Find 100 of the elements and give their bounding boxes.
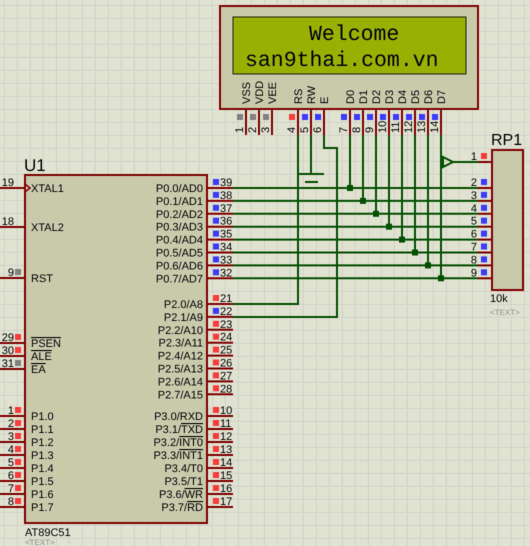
component-value: 10k (490, 293, 508, 305)
pin-label: RW (306, 86, 318, 104)
pin-number: 22 (220, 306, 232, 318)
pin-label: P3.0/RXD (154, 411, 203, 423)
pin-label: P1.3 (31, 450, 54, 462)
pin-number: 8 (470, 254, 477, 266)
pin-label: P0.6/AD6 (156, 260, 203, 272)
pin-number: 3 (470, 190, 477, 202)
pin-label: D0 (345, 90, 357, 104)
pin-lead (207, 277, 233, 280)
pin-number: 5 (470, 216, 477, 228)
pin-number: 5 (8, 457, 14, 469)
pin-label: EA (31, 364, 46, 376)
pin-number: 39 (220, 177, 232, 189)
pin-label: P3.6/WR (158, 489, 203, 501)
pin-number: 9 (470, 267, 477, 280)
pin-number: 29 (2, 332, 14, 344)
power-terminal-icon (442, 155, 456, 169)
pin-number: 4 (470, 202, 477, 215)
pin-number: 3 (8, 431, 14, 443)
pin-number: 6 (470, 228, 477, 241)
pin-lead (207, 380, 233, 382)
pin-label: ALE (31, 351, 52, 363)
pin-number: 17 (220, 496, 232, 508)
pin-number: 38 (220, 190, 232, 202)
pin-number: 2 (470, 177, 477, 189)
pin-number: 11 (390, 122, 402, 133)
pin-number: 30 (2, 345, 14, 357)
pin-label: RS (293, 88, 305, 104)
pin-lead (478, 277, 492, 280)
pin-label: P1.7 (31, 502, 54, 514)
pin-number: 21 (220, 293, 232, 305)
pin-number: 33 (220, 254, 232, 266)
component-text-label: <TEXT> (25, 538, 55, 546)
pin-label: P2.6/A14 (158, 376, 203, 388)
pin-number: 11 (220, 418, 232, 430)
pin-number: 23 (220, 318, 232, 331)
pin-lead (478, 212, 492, 215)
pin-label: P1.0 (31, 411, 54, 423)
pin-label: VEE (267, 82, 279, 104)
pin-number: 7 (338, 126, 350, 133)
pin-number: 1 (8, 405, 14, 417)
pin-label: P2.3/A11 (158, 338, 203, 350)
pin-label: RST (31, 273, 53, 285)
pin-label: D4 (397, 90, 409, 104)
pin-number: 8 (8, 496, 14, 508)
pin-number: 12 (220, 431, 232, 443)
pin-label: D7 (436, 90, 448, 104)
pin-number: 3 (260, 126, 272, 133)
pin-label: D1 (358, 90, 370, 104)
pin-number: 6 (312, 126, 324, 133)
pin-label: VSS (241, 82, 253, 104)
pin-number: 14 (429, 120, 441, 133)
pin-label: P3.4/T0 (164, 463, 203, 475)
pin-lead (207, 342, 233, 344)
pin-lead (207, 200, 233, 202)
pin-label: P0.4/AD4 (156, 234, 203, 247)
pin-number: 2 (8, 418, 14, 430)
pin-label: D6 (423, 90, 435, 104)
wire (453, 161, 478, 163)
pin-number: 31 (2, 358, 14, 370)
pin-lead (478, 264, 492, 266)
pin-label: PSEN (31, 338, 61, 350)
pin-number: 37 (220, 202, 232, 215)
pin-number: 34 (220, 242, 232, 254)
pin-label: D2 (371, 90, 383, 104)
pin-number: 24 (220, 332, 232, 344)
pin-number: 27 (220, 370, 232, 382)
pin-lead (207, 393, 233, 396)
pin-number: 14 (220, 457, 232, 469)
pin-label: P2.5/A13 (158, 364, 203, 376)
wire (310, 135, 312, 174)
pin-number: 18 (2, 216, 14, 228)
pin-lead (207, 354, 233, 357)
pin-lead (478, 200, 492, 202)
pin-number: 13 (416, 120, 428, 133)
pin-lead (207, 238, 233, 241)
pin-label: P0.1/AD1 (156, 196, 203, 208)
pin-number: 7 (8, 483, 14, 495)
pin-number: 26 (220, 358, 232, 370)
component-text-label: <TEXT> (490, 308, 520, 317)
pin-label: P0.3/AD3 (156, 222, 203, 234)
pin-label: E (319, 96, 331, 104)
pin-label: P3.2/INT0 (153, 437, 203, 449)
component-part-name: AT89C51 (25, 527, 71, 539)
pin-number: 10 (377, 120, 389, 133)
pin-lead (207, 212, 233, 215)
lcd-text: Welcome (309, 23, 400, 47)
pin-number: 1 (234, 126, 246, 133)
pin-number: 16 (220, 483, 232, 495)
clock-input-icon (24, 183, 32, 193)
pin-lead (478, 238, 492, 241)
pin-label: P1.5 (31, 476, 54, 488)
pin-label: P1.6 (31, 489, 54, 501)
pin-number: 13 (220, 444, 232, 456)
pin-number: 5 (299, 126, 311, 133)
pin-number: 15 (220, 470, 232, 482)
pin-number: 9 (8, 267, 14, 279)
pin-number: 8 (351, 126, 363, 133)
pin-label: XTAL1 (31, 183, 64, 195)
